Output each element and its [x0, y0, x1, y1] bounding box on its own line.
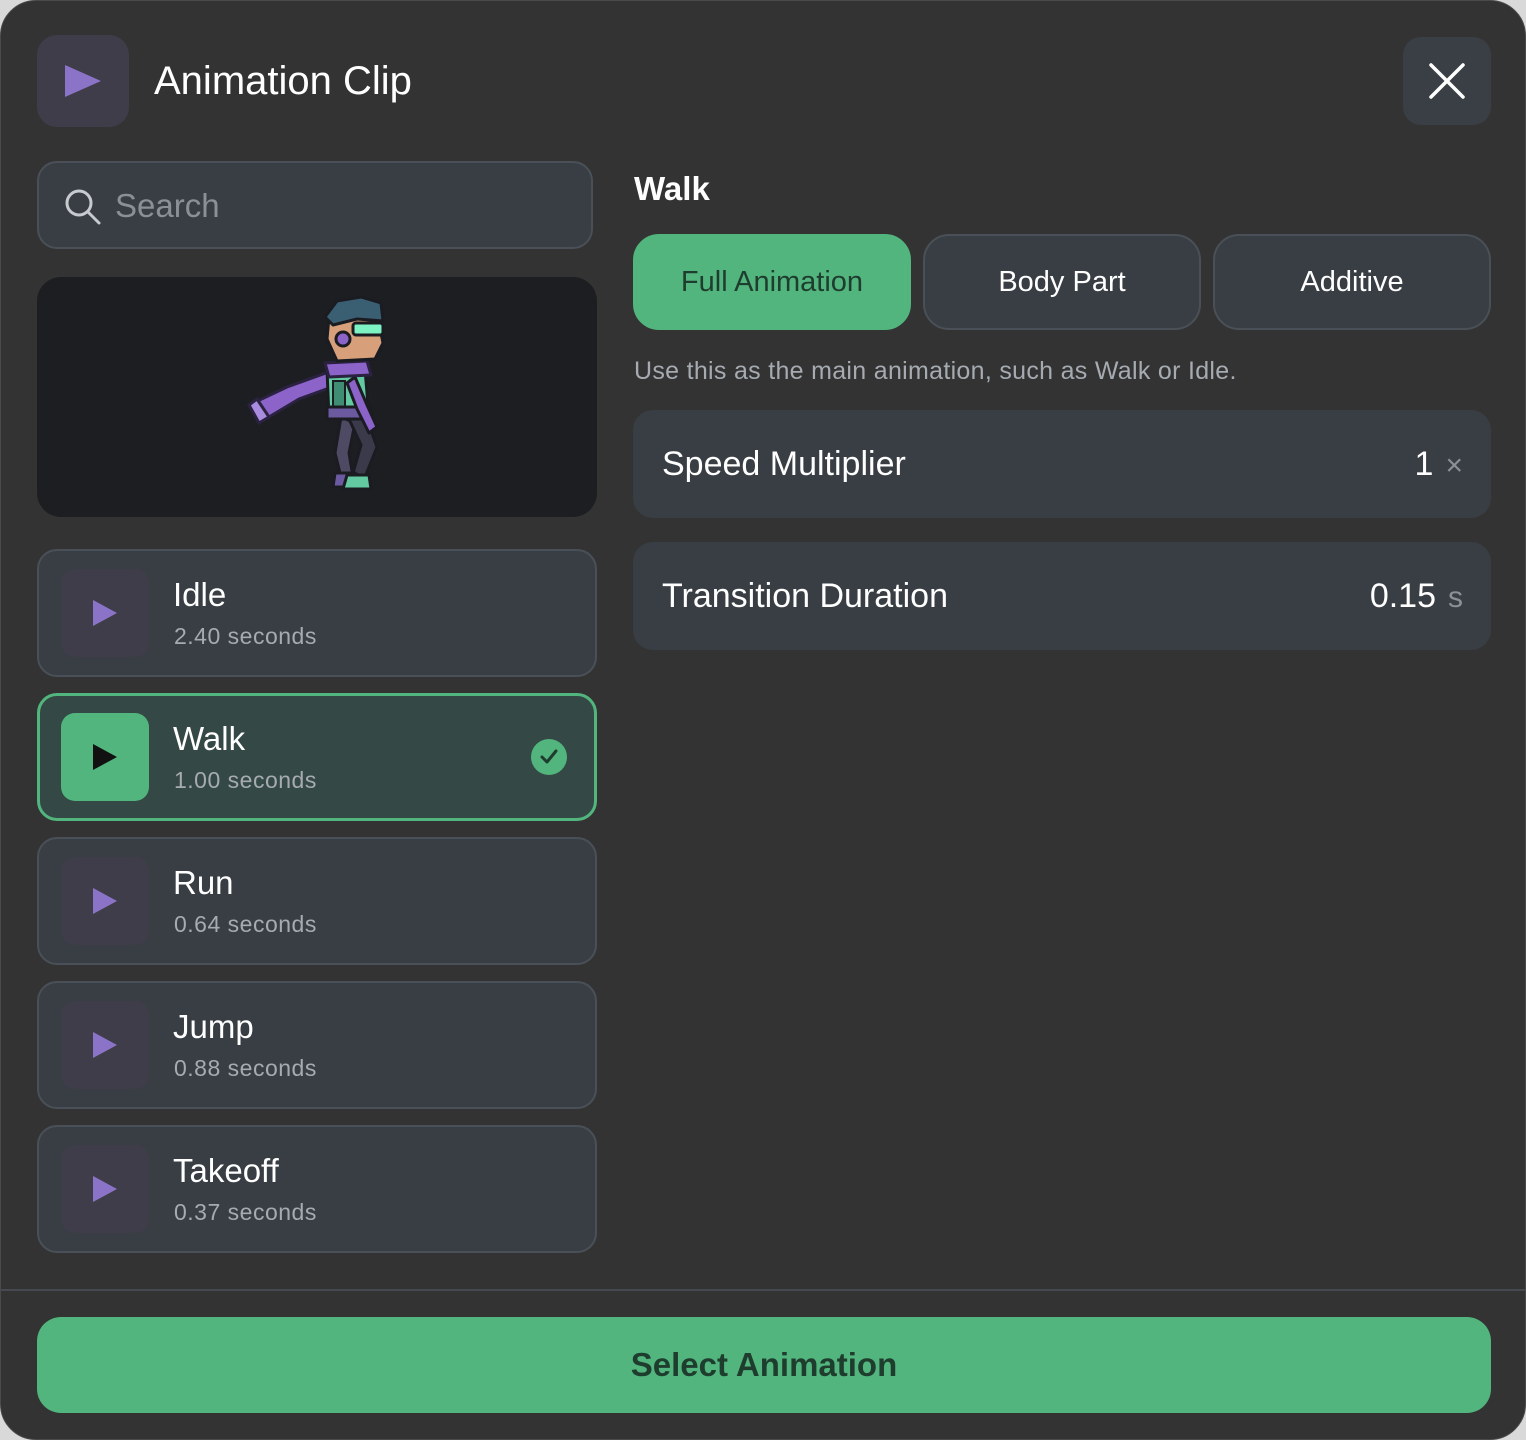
clip-item-takeoff[interactable]: Takeoff 0.37 seconds — [37, 1125, 597, 1253]
select-animation-button[interactable]: Select Animation — [37, 1317, 1491, 1413]
clip-duration: 0.64 seconds — [174, 911, 317, 937]
clip-duration: 0.88 seconds — [174, 1055, 317, 1081]
transition-duration-unit: s — [1448, 581, 1463, 614]
speed-multiplier-label: Speed Multiplier — [662, 445, 906, 483]
speed-multiplier-unit: × — [1445, 449, 1463, 482]
character-preview — [247, 295, 385, 491]
mode-additive[interactable]: Additive — [1213, 234, 1491, 330]
play-icon[interactable] — [61, 713, 149, 801]
play-icon[interactable] — [61, 1145, 149, 1233]
clip-item-run[interactable]: Run 0.64 seconds — [37, 837, 597, 965]
clip-name: Jump — [173, 1008, 254, 1045]
mode-full-animation[interactable]: Full Animation — [633, 234, 911, 330]
close-button[interactable] — [1403, 37, 1491, 125]
clip-name: Walk — [173, 720, 246, 757]
clip-item-walk[interactable]: Walk 1.00 seconds — [37, 693, 597, 821]
clip-item-idle[interactable]: Idle 2.40 seconds — [37, 549, 597, 677]
close-icon — [1429, 63, 1465, 99]
play-icon — [37, 35, 129, 127]
play-icon[interactable] — [61, 1001, 149, 1089]
search-input[interactable] — [113, 163, 577, 249]
speed-multiplier-value-group: 1 × — [1415, 442, 1463, 488]
dialog-title: Animation Clip — [154, 59, 412, 103]
transition-duration-field[interactable]: Transition Duration 0.15 s — [633, 542, 1491, 650]
clip-name: Run — [173, 864, 234, 901]
search-icon — [65, 189, 101, 225]
mode-body-part[interactable]: Body Part — [923, 234, 1201, 330]
play-icon[interactable] — [61, 857, 149, 945]
clip-item-jump[interactable]: Jump 0.88 seconds — [37, 981, 597, 1109]
clip-duration: 0.37 seconds — [174, 1199, 317, 1225]
footer-divider — [1, 1289, 1525, 1291]
checkmark-icon — [531, 739, 567, 775]
mode-hint: Use this as the main animation, such as … — [634, 357, 1237, 385]
search-box[interactable] — [37, 161, 593, 249]
transition-duration-value: 0.15 — [1369, 577, 1436, 615]
clip-name: Takeoff — [173, 1152, 279, 1189]
transition-duration-label: Transition Duration — [662, 577, 948, 615]
animation-clip-dialog: Animation Clip Search Idle 2.40 seconds … — [0, 0, 1526, 1440]
animation-preview — [37, 277, 597, 517]
selected-clip-title: Walk — [634, 170, 710, 207]
speed-multiplier-value: 1 — [1414, 445, 1434, 483]
transition-duration-value-group: 0.15 s — [1370, 574, 1463, 620]
clip-duration: 2.40 seconds — [174, 623, 317, 649]
speed-multiplier-field[interactable]: Speed Multiplier 1 × — [633, 410, 1491, 518]
clip-name: Idle — [173, 576, 227, 613]
clip-duration: 1.00 seconds — [174, 767, 317, 793]
play-icon[interactable] — [61, 569, 149, 657]
